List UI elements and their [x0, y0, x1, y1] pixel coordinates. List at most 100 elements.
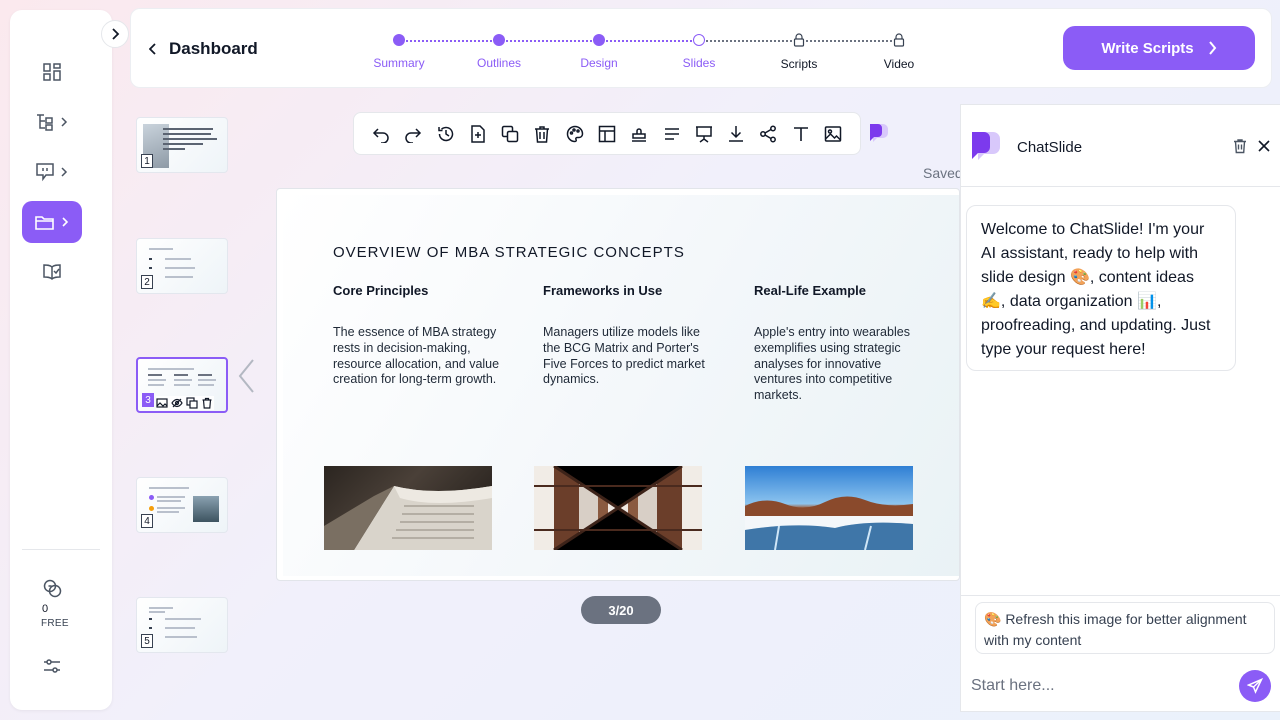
sidebar-item-outlines[interactable]	[22, 101, 82, 143]
image-icon[interactable]	[156, 397, 168, 409]
layout-button[interactable]	[596, 123, 618, 145]
share-button[interactable]	[757, 123, 779, 145]
layout-icon	[598, 125, 616, 142]
undo-button[interactable]	[370, 123, 392, 145]
history-icon	[437, 126, 453, 141]
chatslide-logo-icon[interactable]	[868, 122, 890, 144]
slide-page-indicator: 3/20	[581, 596, 661, 624]
left-sidebar: 0 FREE	[10, 10, 112, 710]
stamp-button[interactable]	[628, 123, 650, 145]
step-dot	[393, 34, 405, 46]
send-button[interactable]	[1239, 670, 1271, 702]
align-left-icon	[664, 127, 679, 140]
plan-label: FREE	[41, 618, 69, 629]
book-check-icon	[43, 264, 61, 281]
book-image[interactable]	[324, 466, 492, 550]
column-heading[interactable]: Real-Life Example	[754, 283, 866, 298]
lock-icon	[793, 33, 805, 47]
wooden-tower-image[interactable]	[534, 466, 702, 550]
column-body[interactable]: Apple's entry into wearables exemplifies…	[754, 325, 926, 404]
slide-thumbnail-active[interactable]: 3	[136, 357, 228, 413]
download-icon	[729, 125, 744, 142]
presentation-icon	[36, 163, 54, 182]
workflow-stepper: Summary Outlines Design Slides Scripts V…	[369, 31, 914, 79]
step-label: Summary	[373, 56, 425, 70]
step-slides[interactable]: Slides	[659, 31, 739, 70]
trash-icon[interactable]	[201, 397, 213, 409]
send-icon	[1247, 678, 1263, 694]
write-scripts-label: Write Scripts	[1101, 39, 1194, 57]
slide-thumbnail[interactable]: 4	[136, 477, 228, 533]
sidebar-divider	[22, 549, 100, 550]
present-button[interactable]	[693, 123, 715, 145]
write-scripts-button[interactable]: Write Scripts	[1063, 26, 1255, 70]
step-lock	[792, 33, 806, 47]
thumbnail-actions	[156, 396, 214, 410]
chat-title: ChatSlide	[1017, 139, 1083, 156]
step-label: Scripts	[780, 57, 818, 71]
step-summary[interactable]: Summary	[359, 31, 439, 70]
palette-icon	[566, 125, 583, 142]
duplicate-slide-button[interactable]	[499, 123, 521, 145]
sidebar-item-presentations[interactable]	[22, 151, 82, 193]
duplicate-icon[interactable]	[186, 397, 198, 409]
copy-icon	[501, 125, 519, 142]
chevron-right-icon	[112, 28, 120, 40]
folder-icon	[35, 216, 54, 230]
step-video[interactable]: Video	[859, 31, 939, 71]
sidebar-item-library[interactable]	[22, 251, 82, 293]
slide-thumbnail[interactable]: 5	[136, 597, 228, 653]
credits-count: 0	[42, 603, 49, 615]
trash-icon	[535, 125, 550, 143]
step-label: Video	[883, 57, 915, 71]
settings-sliders-icon[interactable]	[42, 656, 62, 676]
slide-canvas[interactable]: OVERVIEW OF MBA STRATEGIC CONCEPTS Core …	[276, 188, 960, 581]
step-scripts[interactable]: Scripts	[759, 31, 839, 71]
delete-slide-button[interactable]	[531, 123, 553, 145]
credits-icon[interactable]	[42, 578, 62, 598]
add-slide-button[interactable]	[467, 123, 489, 145]
chat-input[interactable]	[971, 666, 1231, 706]
sidebar-item-projects[interactable]	[22, 201, 82, 243]
previous-slide-arrow-icon[interactable]	[237, 358, 255, 394]
theme-button[interactable]	[564, 123, 586, 145]
image-icon	[824, 125, 842, 142]
close-icon[interactable]	[1257, 139, 1271, 153]
undo-icon	[372, 127, 389, 143]
suggestion-chip[interactable]: 🎨 Refresh this image for better alignmen…	[975, 602, 1275, 654]
text-button[interactable]	[790, 123, 812, 145]
redo-icon	[405, 127, 422, 143]
column-heading[interactable]: Frameworks in Use	[543, 283, 662, 298]
chevron-right-icon	[62, 217, 69, 227]
grid-icon	[43, 63, 61, 81]
save-status: Saved	[923, 165, 963, 181]
thumbnail-number: 1	[141, 154, 153, 168]
slide-thumbnail[interactable]: 1	[136, 117, 228, 173]
sidebar-toggle-button[interactable]	[101, 20, 129, 48]
download-button[interactable]	[725, 123, 747, 145]
column-body[interactable]: Managers utilize models like the BCG Mat…	[543, 325, 715, 388]
align-button[interactable]	[661, 123, 683, 145]
slide-title[interactable]: OVERVIEW OF MBA STRATEGIC CONCEPTS	[333, 244, 685, 261]
trash-icon[interactable]	[1232, 138, 1248, 154]
column-heading[interactable]: Core Principles	[333, 283, 428, 298]
thumbnail-number: 3	[142, 393, 154, 407]
step-design[interactable]: Design	[559, 31, 639, 70]
sidebar-item-dashboard[interactable]	[22, 51, 82, 93]
step-dot	[493, 34, 505, 46]
eye-off-icon[interactable]	[171, 397, 183, 409]
back-to-dashboard-button[interactable]: Dashboard	[149, 39, 258, 59]
thumbnail-number: 4	[141, 514, 153, 528]
slide-thumbnail[interactable]: 2	[136, 238, 228, 294]
back-label: Dashboard	[169, 39, 258, 58]
insert-image-button[interactable]	[822, 123, 844, 145]
step-lock	[892, 33, 906, 47]
share-icon	[760, 125, 777, 142]
redo-button[interactable]	[402, 123, 424, 145]
chat-header: ChatSlide	[961, 105, 1280, 187]
column-body[interactable]: The essence of MBA strategy rests in dec…	[333, 325, 505, 388]
history-button[interactable]	[435, 123, 457, 145]
outline-tree-icon	[37, 114, 53, 131]
winter-river-image[interactable]	[745, 466, 913, 550]
step-outlines[interactable]: Outlines	[459, 31, 539, 70]
